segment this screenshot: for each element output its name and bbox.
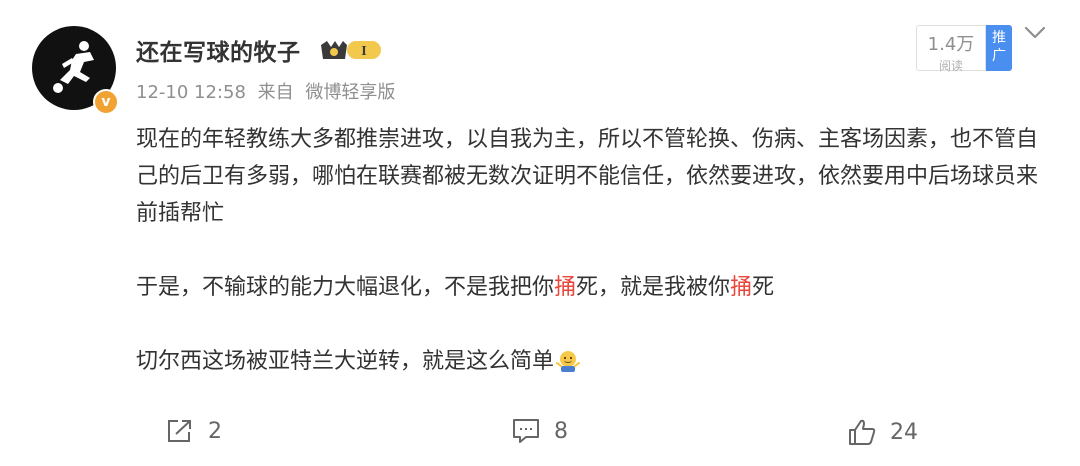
para2-text-a: 于是，不输球的能力大幅退化，不是我把你 <box>136 275 555 300</box>
username[interactable]: 还在写球的牧子 <box>136 33 301 67</box>
read-count-box: 1.4万 阅读 <box>916 25 986 73</box>
share-button[interactable]: 2 <box>166 418 222 444</box>
paragraph-3: 切尔西这场被亚特兰大逆转，就是这么简单 <box>136 343 1046 380</box>
thumbs-up-icon <box>849 419 876 445</box>
crown-badge-icon[interactable]: I <box>319 37 383 63</box>
like-button[interactable]: 24 <box>848 418 918 446</box>
promote-button[interactable]: 推 广 <box>986 25 1012 71</box>
verified-badge: v <box>93 89 119 115</box>
comment-count: 8 <box>554 418 568 444</box>
comment-button[interactable]: 8 <box>512 418 568 444</box>
para2-text-b: 死，就是我被你 <box>576 275 731 300</box>
chevron-down-icon[interactable] <box>1024 24 1046 42</box>
timestamp: 12-10 12:58 <box>136 82 246 103</box>
share-count: 2 <box>208 418 222 444</box>
comment-icon <box>513 419 539 443</box>
post-content: 现在的年轻教练大多都推崇进攻，以自我为主，所以不管轮换、伤病、主客场因素，也不管… <box>136 121 1046 380</box>
share-icon <box>168 420 191 442</box>
highlight-word-2: 捅 <box>730 275 753 300</box>
source-prefix: 来自 <box>257 82 294 103</box>
para3-text: 切尔西这场被亚特兰大逆转，就是这么简单 <box>136 349 555 374</box>
verified-mark: v <box>101 94 111 110</box>
para2-text-c: 死 <box>752 275 775 300</box>
post-meta: 12-10 12:58 来自 微博轻享版 <box>136 78 401 104</box>
promote-label-1: 推 <box>992 30 1006 46</box>
source-link[interactable]: 微博轻享版 <box>305 82 395 103</box>
read-label: 阅读 <box>938 59 963 73</box>
read-count: 1.4万 <box>927 34 975 55</box>
promote-label-2: 广 <box>992 48 1006 64</box>
paragraph-1: 现在的年轻教练大多都推崇进攻，以自我为主，所以不管轮换、伤病、主客场因素，也不管… <box>136 127 1039 226</box>
highlight-word-1: 捅 <box>554 275 577 300</box>
paragraph-2: 于是，不输球的能力大幅退化，不是我把你捅死，就是我被你捅死 <box>136 269 1046 306</box>
shrug-emoji-icon <box>556 351 581 372</box>
like-count: 24 <box>890 419 918 445</box>
vip-level: I <box>361 44 366 59</box>
